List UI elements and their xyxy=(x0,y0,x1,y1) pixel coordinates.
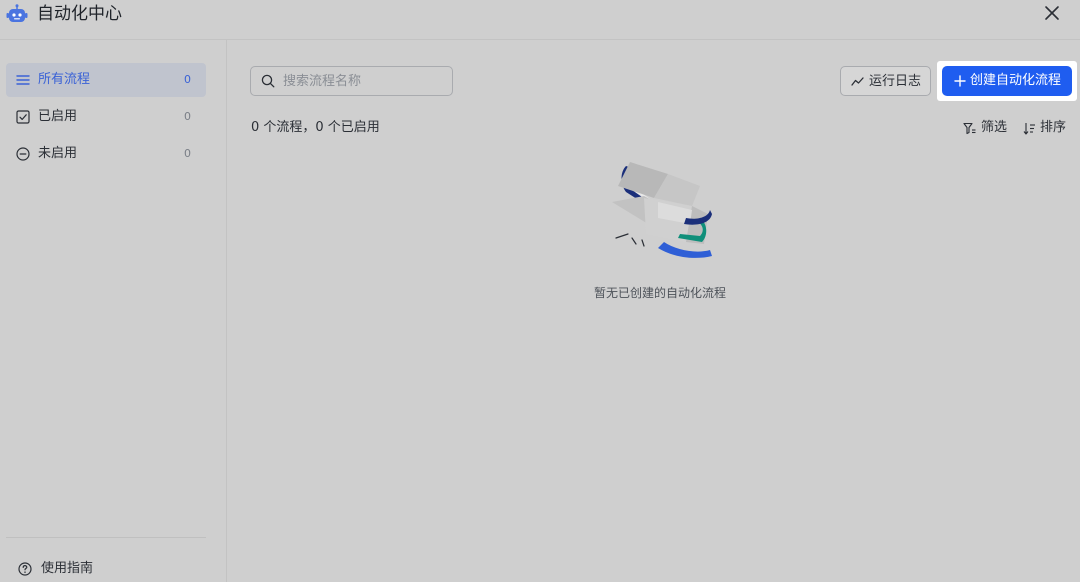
sidebar-item-count: 0 xyxy=(184,73,191,86)
user-guide-label: 使用指南 xyxy=(41,561,94,576)
empty-box-illustration xyxy=(612,162,712,258)
sort-label: 排序 xyxy=(1040,120,1067,135)
filter-label: 筛选 xyxy=(981,120,1008,135)
list-icon xyxy=(16,75,30,85)
search-icon xyxy=(261,74,275,88)
sidebar-item-count: 0 xyxy=(184,147,191,160)
sidebar-item-label: 已启用 xyxy=(38,109,78,124)
window-title: 自动化中心 xyxy=(37,4,122,24)
create-automation-flow-label: 创建自动化流程 xyxy=(970,73,1062,88)
help-circle-icon xyxy=(18,562,32,576)
checkbox-checked-icon xyxy=(16,110,30,124)
sidebar-item-label: 所有流程 xyxy=(38,72,91,87)
close-icon[interactable] xyxy=(1042,3,1062,23)
run-log-label: 运行日志 xyxy=(869,74,922,89)
flow-summary: 0 个流程，0 个已启用 xyxy=(251,120,380,135)
sidebar-item-label: 未启用 xyxy=(38,146,78,161)
plus-icon xyxy=(954,75,966,87)
run-log-button[interactable]: 运行日志 xyxy=(840,66,931,96)
sidebar-item-all-flows[interactable]: 所有流程 0 xyxy=(6,63,206,97)
sidebar: 所有流程 0 已启用 0 未启用 0 使用指南 xyxy=(0,40,227,582)
filter-icon xyxy=(963,122,976,135)
sidebar-divider xyxy=(6,537,206,538)
sidebar-item-enabled[interactable]: 已启用 0 xyxy=(6,100,206,134)
robot-icon xyxy=(6,4,28,22)
sidebar-item-count: 0 xyxy=(184,110,191,123)
empty-state-message: 暂无已创建的自动化流程 xyxy=(593,286,726,300)
sort-icon xyxy=(1023,123,1035,135)
sidebar-item-disabled[interactable]: 未启用 0 xyxy=(6,137,206,171)
create-automation-flow-button[interactable]: 创建自动化流程 xyxy=(942,66,1072,96)
search-field[interactable] xyxy=(250,66,453,96)
minus-circle-icon xyxy=(16,147,30,161)
trend-chart-icon xyxy=(851,77,864,86)
automation-center-window: 自动化中心 所有流程 0 已启用 0 未启用 0 使用指南 搜索流程名称 运行日… xyxy=(0,0,1080,582)
window-header: 自动化中心 xyxy=(0,0,1080,40)
search-input[interactable] xyxy=(283,71,443,91)
